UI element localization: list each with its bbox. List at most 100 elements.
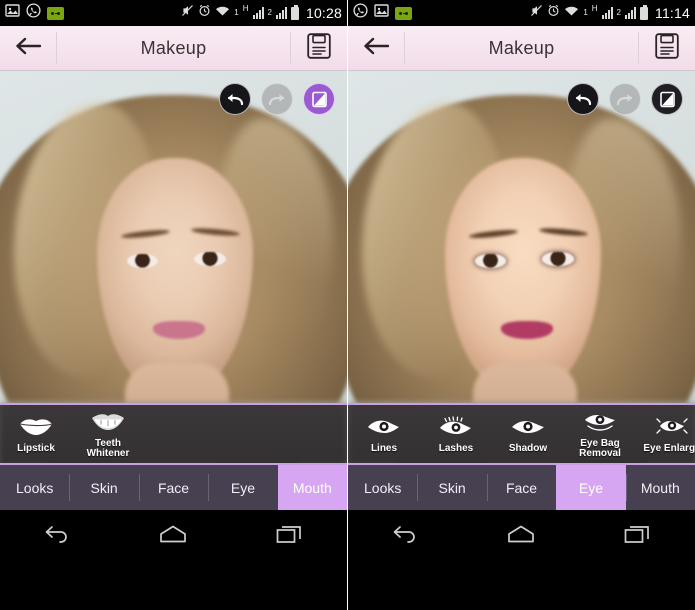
eye-lashes-icon	[437, 416, 475, 441]
tool-label: Lipstick	[17, 443, 55, 454]
status-bar: 1 H 2 10:28	[0, 0, 347, 26]
wifi-icon	[215, 4, 230, 22]
save-button[interactable]	[639, 32, 695, 64]
back-button[interactable]	[348, 36, 404, 61]
back-nav-icon[interactable]	[35, 519, 81, 549]
back-arrow-icon	[15, 36, 42, 61]
recents-nav-icon[interactable]	[266, 519, 312, 549]
sim-count-label: 2	[616, 8, 621, 17]
sim-count-label: 2	[267, 8, 272, 17]
tab-face[interactable]: Face	[486, 465, 556, 510]
back-nav-icon[interactable]	[383, 519, 429, 549]
eye-liner-icon	[365, 416, 403, 441]
tab-looks[interactable]: Looks	[348, 465, 417, 510]
teeth-smile-icon	[90, 411, 126, 436]
page-title: Makeup	[488, 37, 555, 58]
photo-canvas[interactable]: Lines Lashes Shadow Eye Bag Removal Eye …	[348, 71, 695, 465]
clock-label: 11:14	[655, 5, 690, 21]
whatsapp-icon	[26, 3, 41, 23]
titlebar-divider-right	[290, 32, 291, 64]
tool-strip[interactable]: Lipstick Teeth Whitener	[0, 403, 347, 465]
tab-eye[interactable]: Eye	[556, 465, 626, 510]
tool-lines[interactable]: Lines	[348, 414, 420, 454]
wifi-icon	[564, 4, 579, 22]
recents-nav-icon[interactable]	[614, 519, 660, 549]
wifi-count-label: 1	[234, 8, 239, 17]
tab-skin[interactable]: Skin	[69, 465, 138, 510]
redo-button[interactable]	[609, 83, 641, 115]
alarm-icon	[198, 4, 211, 22]
whatsapp-icon	[353, 3, 368, 23]
clock-label: 10:28	[305, 5, 342, 21]
eye-enlarge-icon	[653, 416, 691, 441]
tab-mouth[interactable]: Mouth	[277, 465, 347, 510]
battery-icon	[290, 4, 299, 20]
tool-shadow[interactable]: Shadow	[492, 414, 564, 454]
photo-action-buttons	[567, 83, 683, 115]
tool-teeth-whitener[interactable]: Teeth Whitener	[72, 409, 144, 459]
signal-2-icon	[625, 7, 636, 19]
eye-bag-icon	[581, 411, 619, 436]
status-right-icons: 1 H 2 10:28	[181, 4, 342, 22]
tool-label: Eye Enlarge	[643, 443, 695, 454]
tool-label: Lashes	[438, 443, 474, 454]
page-title: Makeup	[140, 37, 207, 58]
compare-button[interactable]	[303, 83, 335, 115]
lips-icon	[18, 416, 54, 441]
eye-shadow-icon	[509, 416, 547, 441]
back-button[interactable]	[0, 36, 56, 61]
status-left-icons	[353, 3, 412, 23]
back-arrow-icon	[363, 36, 390, 61]
tool-strip[interactable]: Lines Lashes Shadow Eye Bag Removal Eye …	[348, 403, 695, 465]
mute-icon	[181, 4, 194, 22]
wifi-count-label: 1	[583, 8, 588, 17]
battery-icon	[640, 4, 648, 20]
network-type-label: H	[242, 4, 249, 13]
network-type-label: H	[591, 4, 598, 13]
tool-label: Eye Bag Removal	[579, 438, 621, 459]
dual-screenshot-stage: 1 H 2 10:28 Makeup Lipstick Teeth Whiten…	[0, 0, 695, 610]
redo-button[interactable]	[261, 83, 293, 115]
undo-button[interactable]	[567, 83, 599, 115]
tab-face[interactable]: Face	[138, 465, 208, 510]
tab-mouth[interactable]: Mouth	[625, 465, 695, 510]
titlebar-divider-left	[404, 32, 405, 64]
home-nav-icon[interactable]	[498, 519, 544, 549]
titlebar-divider-right	[638, 32, 639, 64]
panel-after: 1 H 2 11:14 Makeup Lines Lashes Shadow E…	[348, 0, 695, 610]
android-nav-bar[interactable]	[348, 510, 695, 558]
status-bar: 1 H 2 11:14	[348, 0, 695, 26]
android-nav-bar[interactable]	[0, 510, 347, 558]
save-floppy-disk-icon	[655, 32, 679, 64]
tool-label: Teeth Whitener	[86, 438, 130, 459]
voicemail-icon	[47, 6, 64, 20]
photo-action-buttons	[219, 83, 335, 115]
status-left-icons	[5, 3, 64, 23]
gallery-icon	[5, 4, 20, 22]
mute-icon	[530, 4, 543, 22]
photo-canvas[interactable]: Lipstick Teeth Whitener	[0, 71, 347, 465]
save-floppy-disk-icon	[307, 32, 331, 64]
tool-lashes[interactable]: Lashes	[420, 414, 492, 454]
title-bar: Makeup	[348, 26, 695, 71]
status-right-icons: 1 H 2 11:14	[530, 4, 690, 22]
home-nav-icon[interactable]	[150, 519, 196, 549]
tool-eye-enlarge[interactable]: Eye Enlarge	[636, 414, 695, 454]
undo-button[interactable]	[219, 83, 251, 115]
category-tab-bar[interactable]: Looks Skin Face Eye Mouth	[0, 465, 347, 510]
category-tab-bar[interactable]: Looks Skin Face Eye Mouth	[348, 465, 695, 510]
signal-1-icon	[252, 7, 264, 19]
tool-label: Lines	[370, 443, 398, 454]
tab-eye[interactable]: Eye	[208, 465, 277, 510]
save-button[interactable]	[291, 32, 347, 64]
compare-button[interactable]	[651, 83, 683, 115]
tab-looks[interactable]: Looks	[0, 465, 69, 510]
gallery-icon	[374, 4, 389, 22]
tool-label: Shadow	[508, 443, 548, 454]
title-bar: Makeup	[0, 26, 347, 71]
voicemail-icon	[395, 6, 412, 20]
tab-skin[interactable]: Skin	[417, 465, 486, 510]
tool-eye-bag-removal[interactable]: Eye Bag Removal	[564, 409, 636, 459]
panel-before: 1 H 2 10:28 Makeup Lipstick Teeth Whiten…	[0, 0, 347, 610]
tool-lipstick[interactable]: Lipstick	[0, 414, 72, 454]
